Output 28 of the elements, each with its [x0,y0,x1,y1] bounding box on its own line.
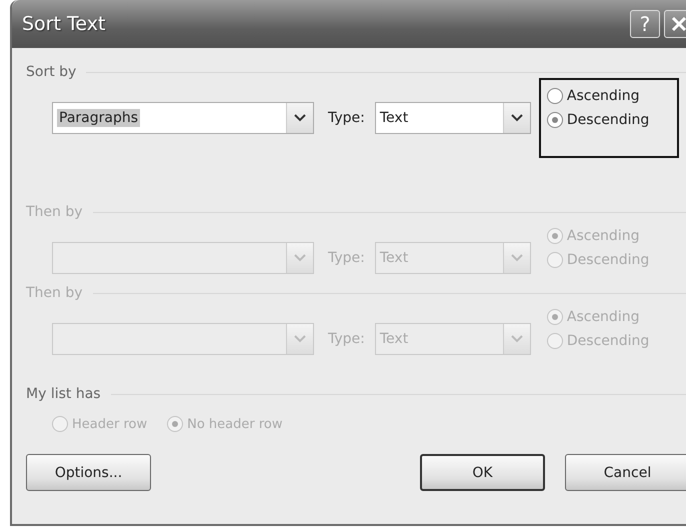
dropdown-value: Text [378,331,410,347]
group-label: My list has [26,386,101,402]
chevron-down-icon [510,335,523,343]
order-radio[interactable]: Ascending [546,88,671,104]
dropdown-value: Text [378,110,410,126]
order-radio[interactable]: Descending [546,112,671,128]
chevron-down-icon [510,254,523,262]
dropdown-value: Text [378,250,410,266]
window-title: Sort Text [22,13,106,35]
close-icon [671,16,686,32]
type-label: Type: [328,331,365,347]
chevron-down-icon [294,335,306,343]
group-label: Then by [26,285,83,301]
type-dropdown[interactable]: Text [374,102,531,134]
sort-by-dropdown[interactable]: Paragraphs [52,102,314,134]
dialog-button[interactable]: Cancel [565,454,686,491]
chevron-down-icon [510,114,523,122]
chevron-down-icon [294,114,306,122]
help-button[interactable]: ? [630,10,660,38]
dropdown-value: Paragraphs [57,109,140,127]
group-label: Sort by [26,64,76,80]
type-label: Type: [328,250,365,266]
dialog-button[interactable]: Options... [26,454,151,491]
type-label: Type: [328,110,365,126]
group-label: Then by [26,204,83,220]
chevron-down-icon [294,254,306,262]
close-button[interactable] [664,10,686,38]
dialog-button[interactable]: OK [420,454,545,491]
